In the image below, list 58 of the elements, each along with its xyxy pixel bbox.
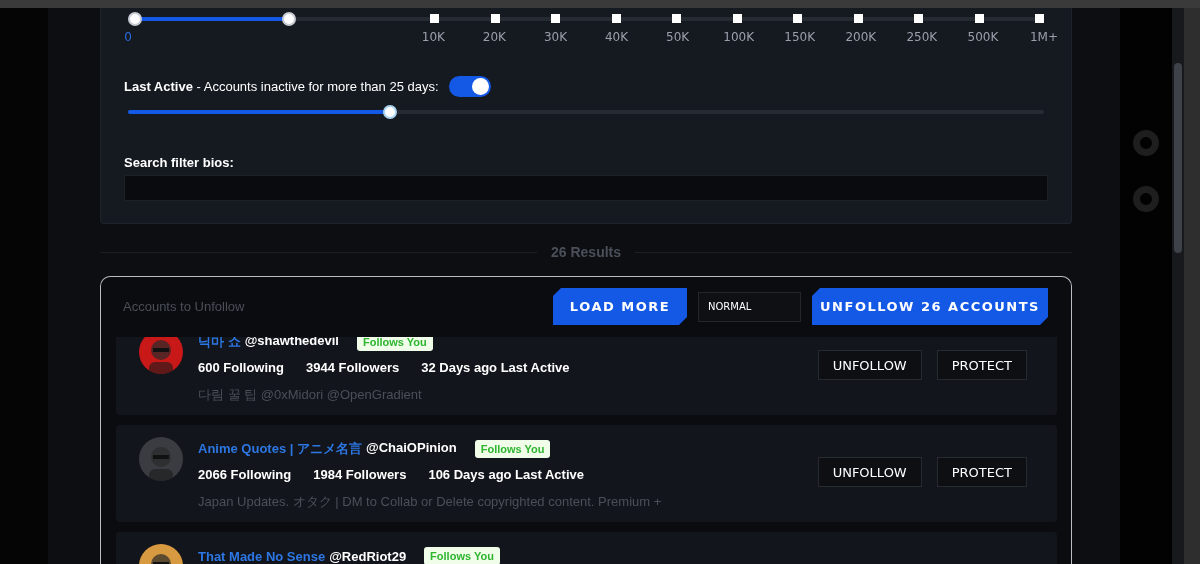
tick-label: 1M+ bbox=[1030, 30, 1058, 44]
protect-button[interactable]: PROTECT bbox=[936, 457, 1027, 487]
account-bio: 다림 꿀 팁 @0xMidori @OpenGradient bbox=[198, 386, 423, 404]
last-active-label: Last Active - Accounts inactive for more than 25 days: bbox=[124, 79, 439, 94]
panel-title: Accounts to Unfollow bbox=[123, 299, 246, 314]
last-active-toggle[interactable] bbox=[448, 76, 491, 97]
results-count: 26 Results bbox=[551, 244, 622, 260]
follows-you-badge: Follows You bbox=[356, 337, 433, 351]
tick-mark bbox=[551, 14, 561, 23]
last-active-text: 32 Days ago Last Active bbox=[421, 360, 570, 375]
account-bio: Japan Updates. オタク | DM to Collab or Delete copyrighted content. Premium + bbox=[198, 493, 663, 511]
followers-count: 1984 Followers bbox=[313, 467, 407, 482]
followers-range-slider[interactable] bbox=[128, 12, 1044, 26]
unfollow-button[interactable]: UNFOLLOW bbox=[817, 350, 922, 380]
tick-mark bbox=[793, 14, 803, 23]
tick-label: 150K bbox=[784, 30, 816, 44]
tick-label: 20K bbox=[482, 30, 506, 44]
follows-you-badge: Follows You bbox=[424, 547, 500, 564]
tick-mark bbox=[490, 14, 500, 23]
tick-mark bbox=[853, 14, 863, 23]
tick-mark bbox=[430, 14, 440, 23]
tick-label: 0 bbox=[124, 30, 132, 44]
account-name[interactable]: Anime Quotes | アニメ名言 bbox=[198, 440, 362, 458]
tick-mark bbox=[611, 14, 621, 23]
load-more-button[interactable]: LOAD MORE bbox=[553, 288, 687, 325]
followers-count: 3944 Followers bbox=[305, 360, 400, 375]
scrollbar[interactable] bbox=[1172, 8, 1184, 564]
tick-label: 200K bbox=[845, 30, 877, 44]
tick-mark bbox=[672, 14, 682, 23]
ring-icon bbox=[1133, 186, 1159, 212]
slider-thumb[interactable] bbox=[383, 105, 398, 119]
following-count: 2066 Following bbox=[198, 467, 292, 482]
tick-label: 250K bbox=[906, 30, 938, 44]
tick-mark bbox=[732, 14, 742, 23]
follows-you-badge: Follows You bbox=[474, 440, 551, 458]
tick-mark bbox=[974, 14, 984, 23]
tick-mark bbox=[914, 14, 924, 23]
account-handle: @RedRiot29 bbox=[329, 548, 407, 564]
protect-button[interactable]: PROTECT bbox=[936, 350, 1027, 380]
tick-label: 100K bbox=[723, 30, 755, 44]
search-label: Search filter bios: bbox=[124, 155, 235, 170]
account-handle: @ChaiOPinion bbox=[366, 440, 457, 457]
unfollow-button[interactable]: UNFOLLOW bbox=[817, 457, 922, 487]
tick-label: 30K bbox=[543, 30, 567, 44]
slider-thumb[interactable] bbox=[282, 12, 297, 26]
last-active-text: 106 Days ago Last Active bbox=[428, 467, 584, 482]
slider-thumb[interactable] bbox=[128, 12, 142, 26]
tick-mark bbox=[1035, 14, 1044, 23]
tick-label: 500K bbox=[967, 30, 999, 44]
mode-select[interactable]: NORMAL bbox=[698, 291, 801, 322]
account-name[interactable]: That Made No Sense bbox=[198, 548, 326, 564]
tick-label: 40K bbox=[604, 30, 629, 44]
following-count: 600 Following bbox=[198, 360, 284, 375]
unfollow-all-button[interactable]: UNFOLLOW 26 ACCOUNTS bbox=[812, 288, 1048, 325]
tick-label: 10K bbox=[421, 30, 445, 44]
tick-label: 50K bbox=[666, 30, 690, 44]
ring-icon bbox=[1133, 130, 1159, 156]
last-active-slider[interactable] bbox=[128, 105, 1044, 119]
